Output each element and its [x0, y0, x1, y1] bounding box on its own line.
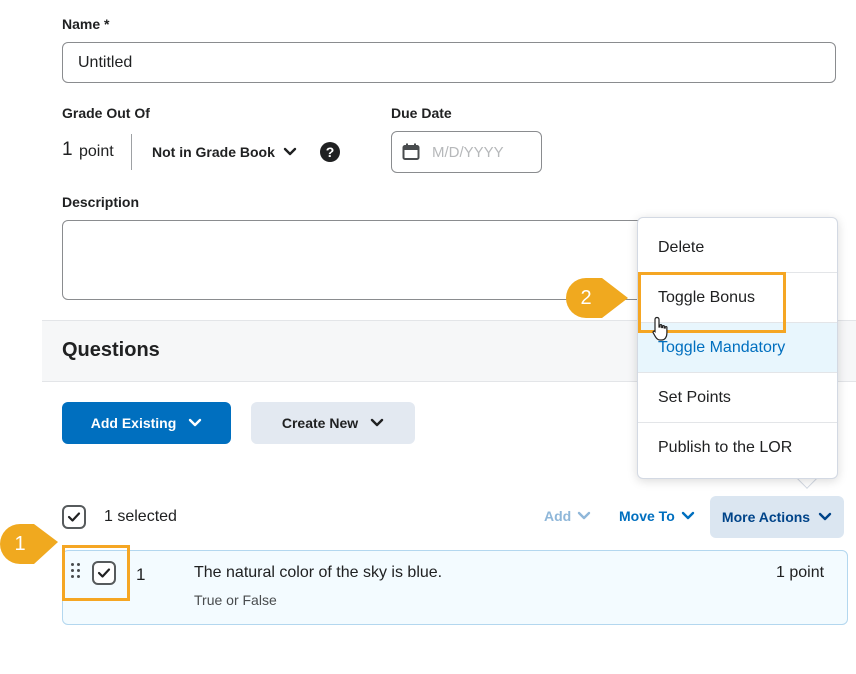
checkmark-icon: [67, 512, 81, 522]
due-date-label: Due Date: [391, 105, 452, 121]
gradebook-label: Not in Grade Book: [152, 144, 275, 160]
questions-title: Questions: [62, 339, 160, 361]
create-new-button[interactable]: Create New: [251, 402, 415, 444]
grade-out-of-label: Grade Out Of: [62, 105, 150, 121]
due-date-input[interactable]: M/D/YYYY: [391, 131, 542, 173]
menu-item-delete[interactable]: Delete: [638, 223, 837, 273]
question-points: 1 point: [776, 564, 825, 581]
callout-number-1: 1: [14, 533, 26, 555]
chevron-down-icon: [681, 511, 694, 520]
due-date-placeholder: M/D/YYYY: [432, 143, 504, 161]
name-label: Name *: [62, 16, 110, 32]
gradebook-dropdown[interactable]: Not in Grade Book: [152, 144, 297, 160]
points-value[interactable]: 1: [62, 139, 73, 161]
highlight-box-question-checkbox: [62, 545, 130, 601]
question-type: True or False: [194, 592, 277, 608]
name-input[interactable]: Untitled: [62, 42, 836, 83]
more-actions-menu: Delete Toggle Bonus Toggle Mandatory Set…: [637, 217, 838, 479]
callout-badge-2: 2: [566, 278, 628, 318]
add-menu-button[interactable]: Add: [544, 508, 591, 524]
question-text[interactable]: The natural color of the sky is blue.: [194, 564, 442, 582]
move-to-label: Move To: [619, 508, 675, 524]
divider: [131, 134, 132, 170]
more-actions-label: More Actions: [721, 509, 811, 525]
menu-item-set-points[interactable]: Set Points: [638, 373, 837, 423]
question-row[interactable]: [62, 550, 848, 625]
add-existing-button[interactable]: Add Existing: [62, 402, 231, 444]
chevron-down-icon: [578, 511, 591, 520]
selected-count: 1 selected: [104, 508, 177, 525]
chevron-down-icon: [818, 512, 832, 521]
callout-badge-1: 1: [0, 524, 58, 564]
add-label: Add: [544, 508, 572, 524]
callout-number-2: 2: [580, 287, 592, 309]
create-new-label: Create New: [281, 415, 359, 431]
select-all-checkbox[interactable]: [62, 505, 86, 529]
chevron-down-icon: [370, 418, 384, 427]
points-unit: point: [79, 143, 114, 160]
description-label: Description: [62, 194, 140, 210]
menu-item-publish-lor[interactable]: Publish to the LOR: [638, 423, 837, 473]
more-actions-button[interactable]: More Actions: [710, 496, 844, 538]
chevron-down-icon: [283, 147, 297, 156]
cursor-hand-icon: [652, 316, 668, 341]
question-number: 1: [136, 565, 146, 584]
help-icon[interactable]: ?: [320, 142, 340, 162]
add-existing-label: Add Existing: [90, 415, 177, 431]
calendar-icon: [402, 143, 420, 160]
chevron-down-icon: [189, 418, 202, 427]
move-to-button[interactable]: Move To: [619, 508, 695, 524]
